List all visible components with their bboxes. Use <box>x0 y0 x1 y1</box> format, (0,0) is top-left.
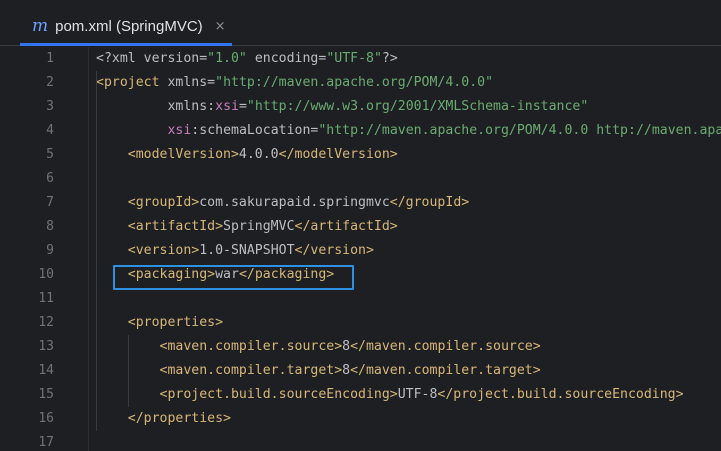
packaging-highlight-box <box>113 265 354 290</box>
code-line-12: <properties> <box>127 315 224 330</box>
line-number: 2 <box>46 75 54 90</box>
line-number: 4 <box>46 123 54 138</box>
code-editor[interactable]: 1 2 3 4 5 6 7 8 9 10 11 12 13 14 15 16 17 <?xml version=… <box>0 47 721 451</box>
line-number: 17 <box>38 435 54 450</box>
line-number: 1 <box>46 51 54 66</box>
code-line-9: <version>1.0-SNAPSHOT</version> <box>127 243 374 258</box>
code-line-1: <?xml version="1.0" encoding="UTF-8"?> <box>96 51 398 66</box>
line-number: 12 <box>38 315 54 330</box>
code-line-5: <modelVersion>4.0.0</modelVersion> <box>127 147 398 162</box>
code-line-13: <maven.compiler.source>8</maven.compiler… <box>159 339 541 354</box>
maven-file-icon: m <box>32 16 49 36</box>
code-line-14: <maven.compiler.target>8</maven.compiler… <box>159 363 541 378</box>
line-number: 3 <box>46 99 54 114</box>
code-line-3: xmlns:xsi="http://www.w3.org/2001/XMLSch… <box>167 99 589 114</box>
close-icon[interactable]: × <box>215 20 226 33</box>
line-number: 13 <box>38 339 54 354</box>
code-line-4: xsi:schemaLocation="http://maven.apache.… <box>167 123 721 138</box>
line-number: 10 <box>38 267 54 282</box>
tab-pom-xml[interactable]: m pom.xml (SpringMVC) × <box>20 10 232 46</box>
code-line-15: <project.build.sourceEncoding>UTF-8</pro… <box>159 387 684 402</box>
line-number-gutter: 1 2 3 4 5 6 7 8 9 10 11 12 13 14 15 16 17 <box>0 47 70 451</box>
gutter-separator <box>88 47 89 451</box>
code-line-8: <artifactId>SpringMVC</artifactId> <box>127 219 398 234</box>
code-line-2: <project xmlns="http://maven.apache.org/… <box>96 75 494 90</box>
line-number: 14 <box>38 363 54 378</box>
code-area[interactable]: <?xml version="1.0" encoding="UTF-8"?> <… <box>96 47 721 451</box>
line-number: 7 <box>46 195 54 210</box>
line-number: 11 <box>38 291 54 306</box>
line-number: 8 <box>46 219 54 234</box>
code-line-7: <groupId>com.sakurapaid.springmvc</group… <box>127 195 470 210</box>
line-number: 16 <box>38 411 54 426</box>
line-number: 6 <box>46 171 54 186</box>
indent-guide <box>128 335 129 407</box>
line-number: 15 <box>38 387 54 402</box>
line-number: 9 <box>46 243 54 258</box>
line-number: 5 <box>46 147 54 162</box>
tab-bar: m pom.xml (SpringMVC) × <box>0 0 721 46</box>
tab-title: pom.xml (SpringMVC) <box>55 18 203 35</box>
code-line-16: </properties> <box>127 411 231 426</box>
indent-guide <box>96 71 97 431</box>
editor-window: m pom.xml (SpringMVC) × 1 2 3 4 5 6 7 8 9 10 11 12 1… <box>0 0 721 451</box>
